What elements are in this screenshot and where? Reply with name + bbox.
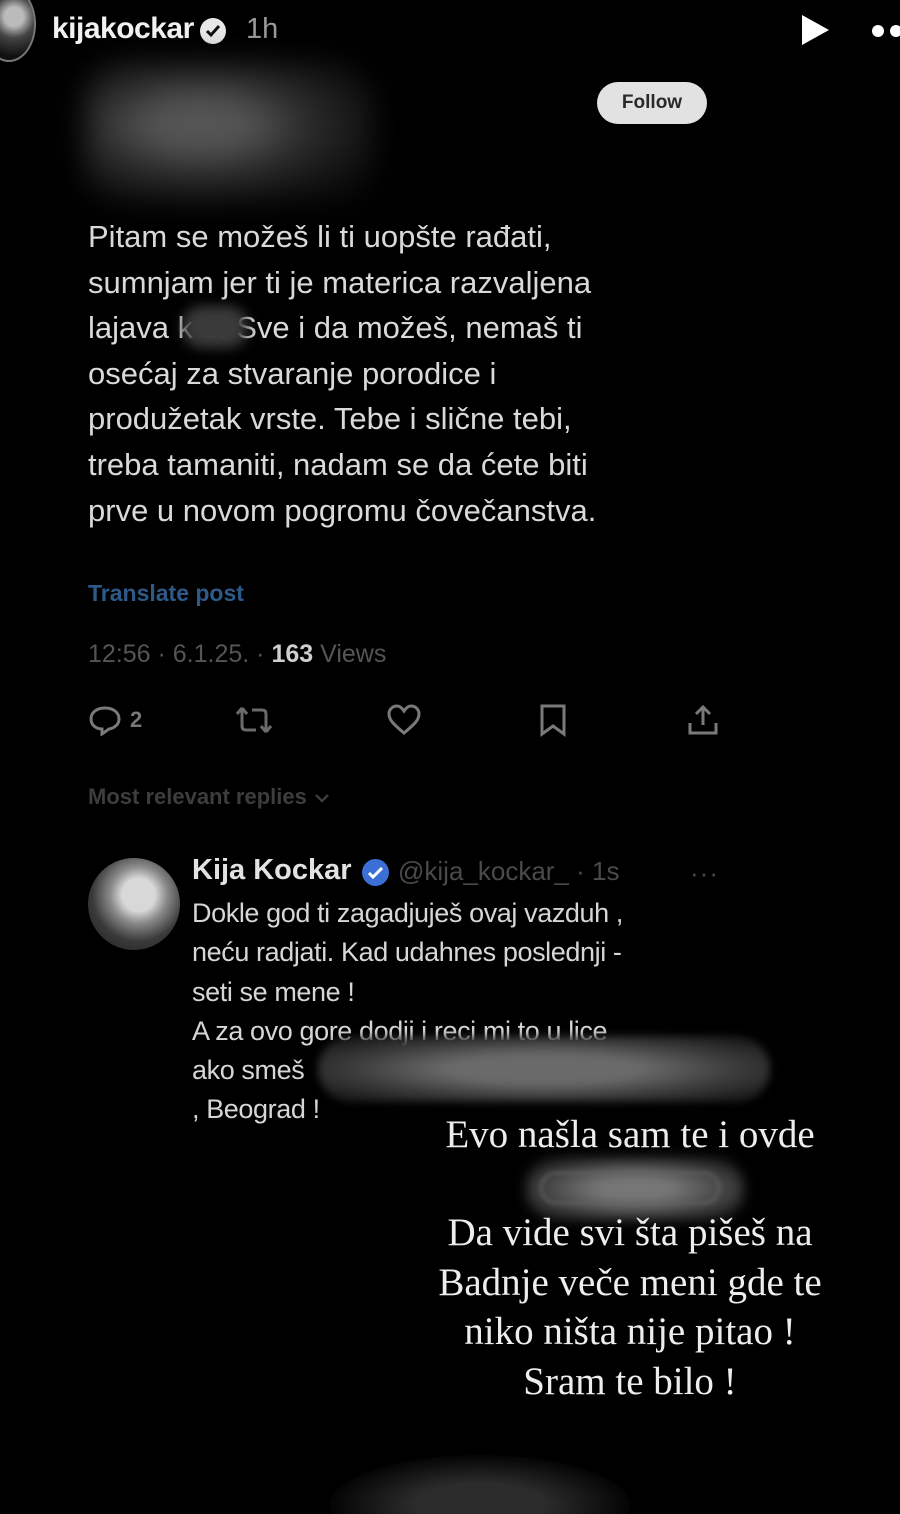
caption-line: niko ništa nije pitao ! bbox=[464, 1310, 796, 1354]
most-relevant-replies-dropdown[interactable]: Most relevant replies bbox=[88, 784, 331, 810]
censor-blur bbox=[182, 306, 248, 348]
tweet-line: treba tamaniti, nadam se da ćete biti bbox=[88, 446, 588, 482]
reply-line: neću radjati. Kad udahnes poslednji - bbox=[192, 937, 622, 968]
caption-line: Evo našla sam te i ovde bbox=[445, 1113, 815, 1156]
more-options-icon[interactable] bbox=[868, 20, 900, 42]
heart-icon bbox=[387, 704, 421, 735]
reply-count: 2 bbox=[130, 707, 143, 732]
tweet-actions: 2 bbox=[0, 700, 900, 744]
verified-badge-icon bbox=[362, 859, 389, 886]
reply-more-icon[interactable]: ··· bbox=[690, 858, 719, 889]
tweet-line: produžetak vrste. Tebe i slične tebi, bbox=[88, 401, 572, 437]
repost-button[interactable] bbox=[234, 700, 274, 740]
tweet-text: Pitam se možeš li ti uopšte rađati, sumn… bbox=[88, 214, 708, 533]
story-time: 1h bbox=[246, 13, 279, 45]
tweet-timestamp: 12:56 · 6.1.25. · bbox=[88, 640, 272, 668]
caption-line: Badnje veče meni gde te bbox=[438, 1260, 822, 1304]
tweet-line: sumnjam jer ti je materica razvaljena bbox=[88, 264, 592, 300]
views-count: 163 bbox=[271, 640, 314, 668]
share-icon bbox=[688, 704, 718, 735]
reply-handle[interactable]: @kija_kockar_ · 1s bbox=[398, 856, 619, 887]
repost-icon bbox=[235, 707, 273, 733]
tweet-line: osećaj za stvaranje porodice i bbox=[88, 355, 497, 391]
reply-line: Dokle god ti zagadjuješ ovaj vazduh , bbox=[192, 898, 623, 928]
caption-line: Da vide svi šta pišeš na bbox=[447, 1211, 813, 1255]
bookmark-button[interactable] bbox=[538, 700, 568, 740]
blurred-author-profile bbox=[84, 62, 374, 202]
bottom-glow bbox=[330, 1455, 630, 1514]
chevron-down-icon bbox=[315, 794, 329, 803]
like-button[interactable] bbox=[386, 700, 422, 740]
tweet-line: lajava k o. Sve i da možeš, nemaš ti bbox=[88, 310, 583, 346]
tweet-line: prve u novom pogromu čovečanstva. bbox=[88, 492, 597, 528]
reply-line: seti se mene ! bbox=[192, 976, 355, 1007]
reply-button[interactable]: 2 bbox=[88, 700, 142, 740]
censor-blur bbox=[318, 1036, 770, 1102]
share-button[interactable] bbox=[686, 700, 720, 740]
views-label: Views bbox=[313, 640, 387, 668]
play-icon[interactable] bbox=[796, 12, 832, 48]
translate-post-link[interactable]: Translate post bbox=[88, 580, 244, 607]
bookmark-icon bbox=[540, 704, 566, 737]
reply-avatar[interactable] bbox=[88, 858, 180, 950]
tweet-line: Pitam se možeš li ti uopšte rađati, bbox=[88, 219, 552, 254]
tweet-meta: 12:56 · 6.1.25. · 163 Views bbox=[88, 640, 386, 669]
story-avatar[interactable] bbox=[0, 0, 36, 62]
reply-author-name[interactable]: Kija Kockar bbox=[192, 854, 352, 887]
caption-line: Sram te bilo ! bbox=[523, 1359, 737, 1403]
verified-badge-icon bbox=[200, 18, 226, 44]
reply-icon bbox=[89, 706, 121, 736]
story-header: kijakockar 1h bbox=[0, 0, 900, 64]
story-caption: Evo našla sam te i ovde Da vide svi šta … bbox=[400, 1110, 860, 1406]
story-username[interactable]: kijakockar bbox=[52, 12, 194, 46]
most-relevant-label: Most relevant replies bbox=[88, 784, 307, 809]
follow-button[interactable]: Follow bbox=[597, 82, 707, 124]
